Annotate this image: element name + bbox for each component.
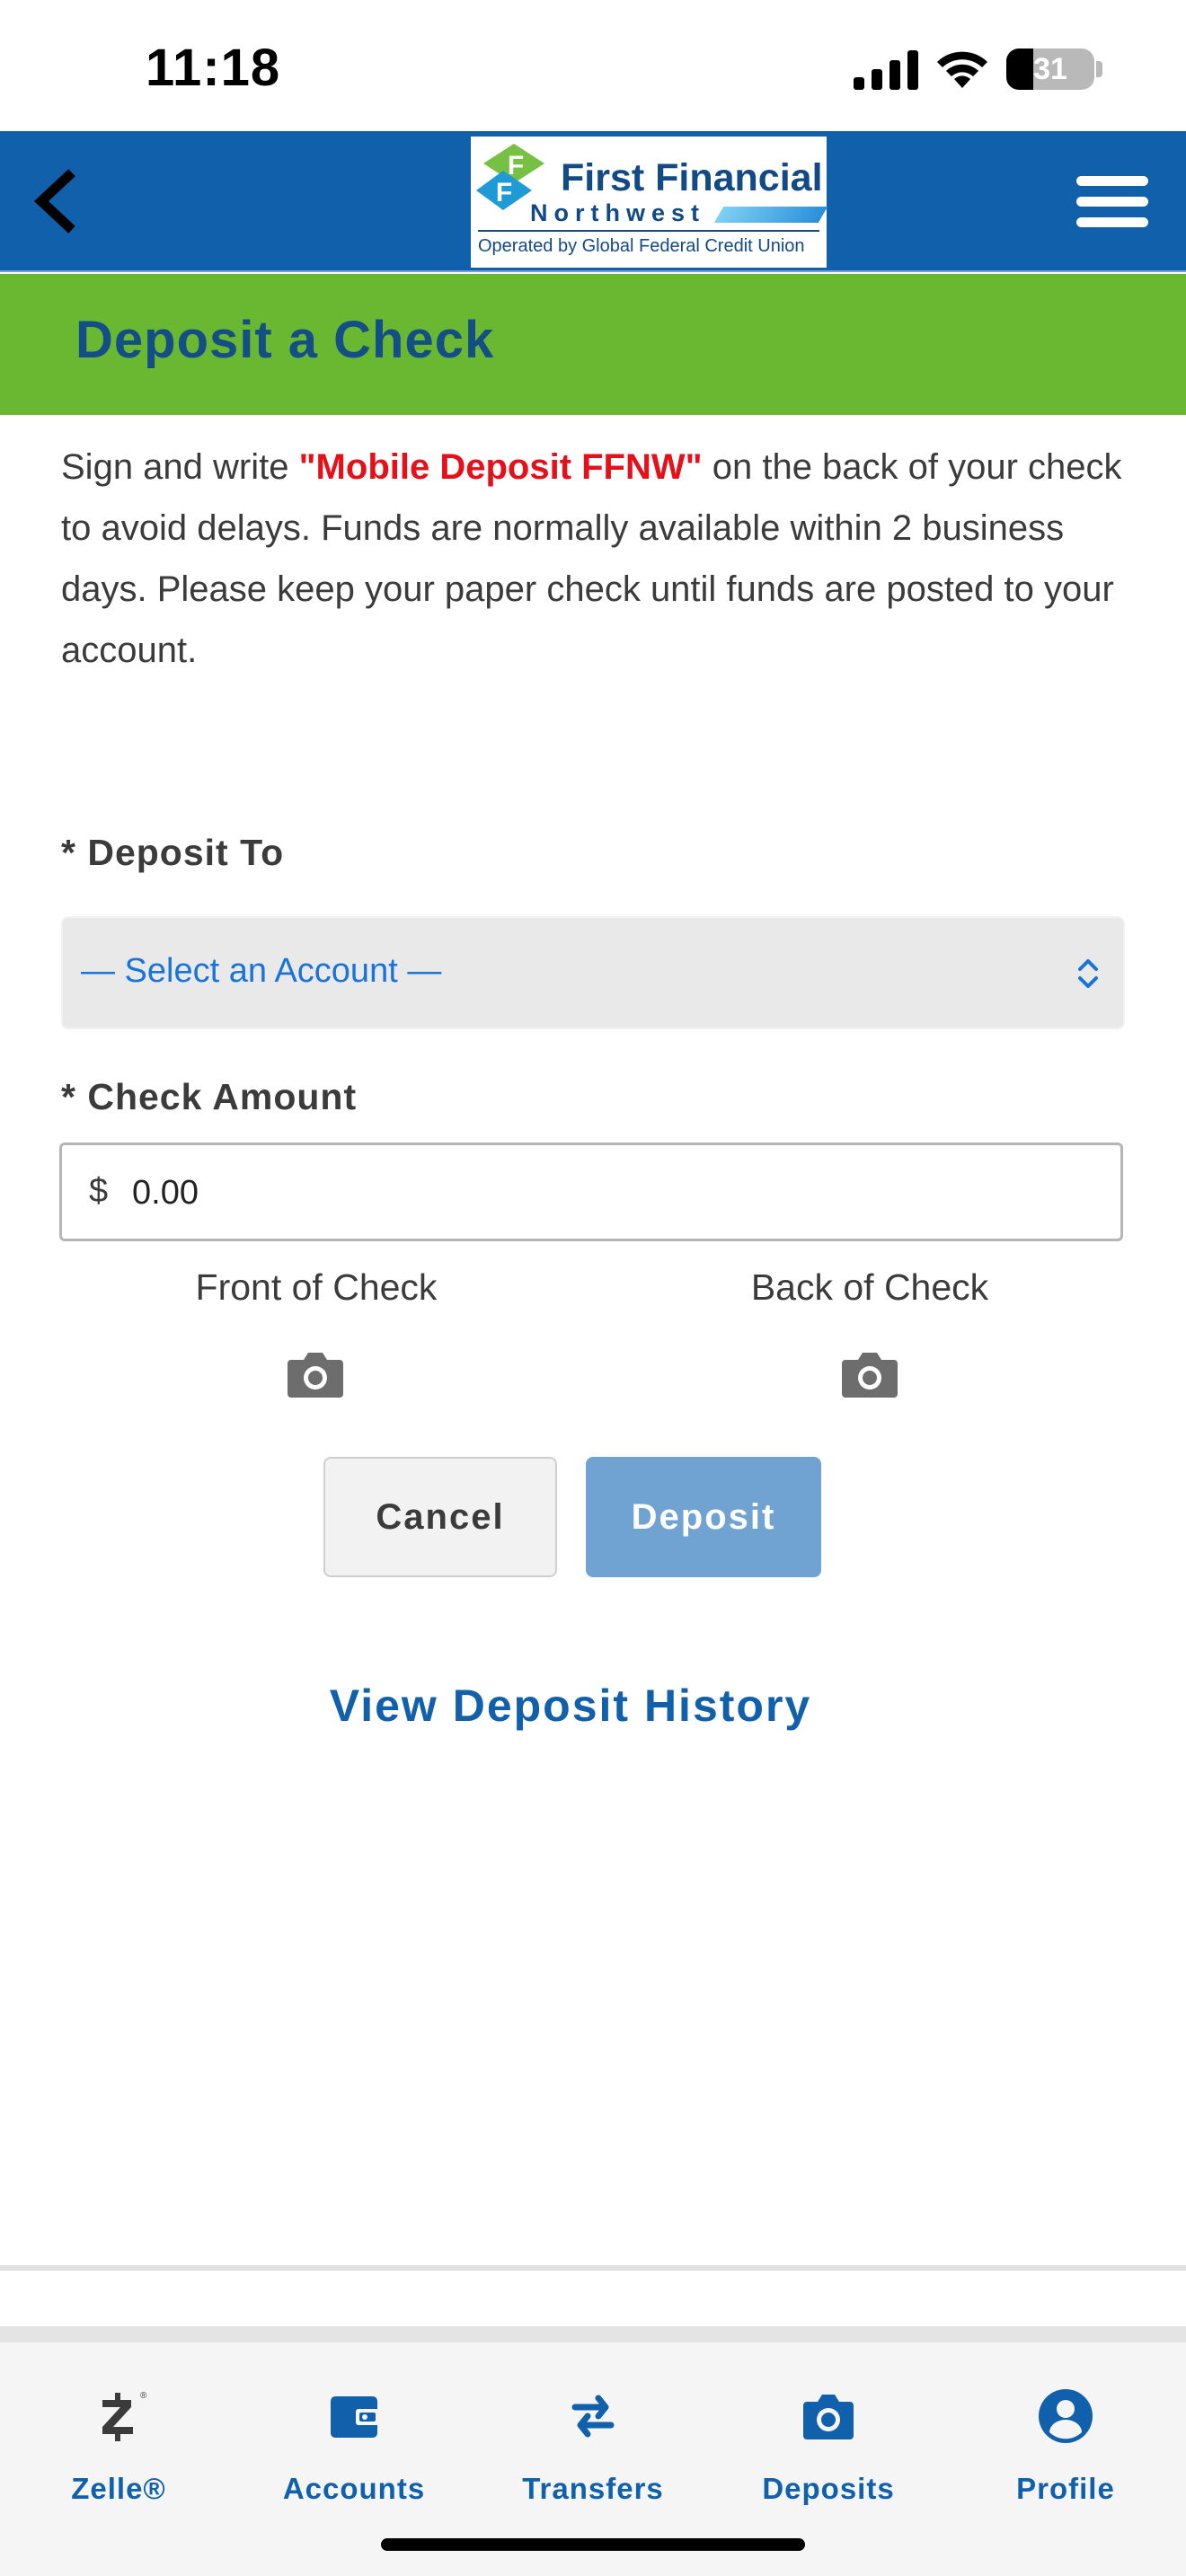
content-divider [0,2265,1186,2271]
tab-deposits[interactable]: Deposits [739,2387,918,2513]
tab-accounts[interactable]: Accounts [264,2387,444,2513]
back-button[interactable] [20,163,92,239]
battery-level: 31 [1033,52,1067,86]
front-of-check-label: Front of Check [195,1266,438,1308]
tab-zelle[interactable]: ® Zelle® [29,2387,208,2513]
page-title-band: Deposit a Check [0,274,1186,415]
app-header: F F First Financial Northwest Operated b… [0,131,1186,272]
check-amount-value: 0.00 [132,1174,199,1212]
logo-subname: Northwest [530,199,706,226]
transfer-arrows-icon [571,2395,615,2438]
camera-icon [803,2395,854,2439]
battery-tip [1096,61,1102,77]
home-indicator[interactable] [381,2538,805,2551]
back-check-camera-button[interactable] [840,1349,899,1399]
logo-tagline: Operated by Global Federal Credit Union [478,236,805,256]
tab-label-deposits: Deposits [762,2472,895,2505]
profile-icon [1039,2389,1093,2443]
menu-line [1076,176,1148,186]
status-time: 11:18 [146,39,281,97]
account-select[interactable]: — Select an Account — [61,916,1125,1029]
tab-label-accounts: Accounts [282,2472,426,2505]
tab-transfers[interactable]: Transfers [503,2387,683,2513]
wifi-icon [937,51,987,88]
logo-name: First Financial [561,156,823,199]
logo-swoosh [713,207,828,223]
deposit-button[interactable]: Deposit [586,1457,821,1577]
tab-profile[interactable]: Profile [976,2387,1155,2513]
bank-logo[interactable]: F F First Financial Northwest Operated b… [471,137,828,268]
wallet-icon [331,2396,379,2438]
instructions-text-before: Sign and write [61,447,299,487]
currency-prefix: $ [89,1172,109,1210]
page-title: Deposit a Check [75,311,495,369]
svg-text:F: F [508,151,524,181]
tab-label-transfers: Transfers [522,2472,664,2505]
check-amount-label: * Check Amount [61,1076,358,1117]
status-bar: 11:18 31 [0,0,1186,131]
front-check-camera-button[interactable] [286,1349,345,1399]
endorsement-highlight: "Mobile Deposit FFNW" [298,447,703,487]
tab-label-zelle: Zelle® [71,2472,166,2505]
deposit-instructions: Sign and write "Mobile Deposit FFNW" on … [61,437,1130,681]
svg-text:F: F [496,178,512,207]
view-deposit-history-link[interactable]: View Deposit History [0,1680,1141,1732]
menu-line [1076,197,1148,207]
menu-line [1076,217,1148,227]
tab-label-profile: Profile [1016,2472,1115,2505]
cancel-button[interactable]: Cancel [323,1457,557,1577]
logo-rule [478,230,819,232]
back-of-check-label: Back of Check [750,1266,989,1308]
check-amount-input[interactable]: $ 0.00 [59,1142,1123,1241]
hamburger-menu-button[interactable] [1069,169,1155,234]
zelle-icon: ® [102,2391,147,2441]
cellular-signal-icon [854,50,918,90]
chevron-up-down-icon [1078,959,1098,988]
deposit-to-label: * Deposit To [61,832,285,873]
account-select-value: — Select an Account — [81,952,442,990]
svg-text:®: ® [140,2391,147,2401]
battery-icon: 31 [1006,49,1094,90]
